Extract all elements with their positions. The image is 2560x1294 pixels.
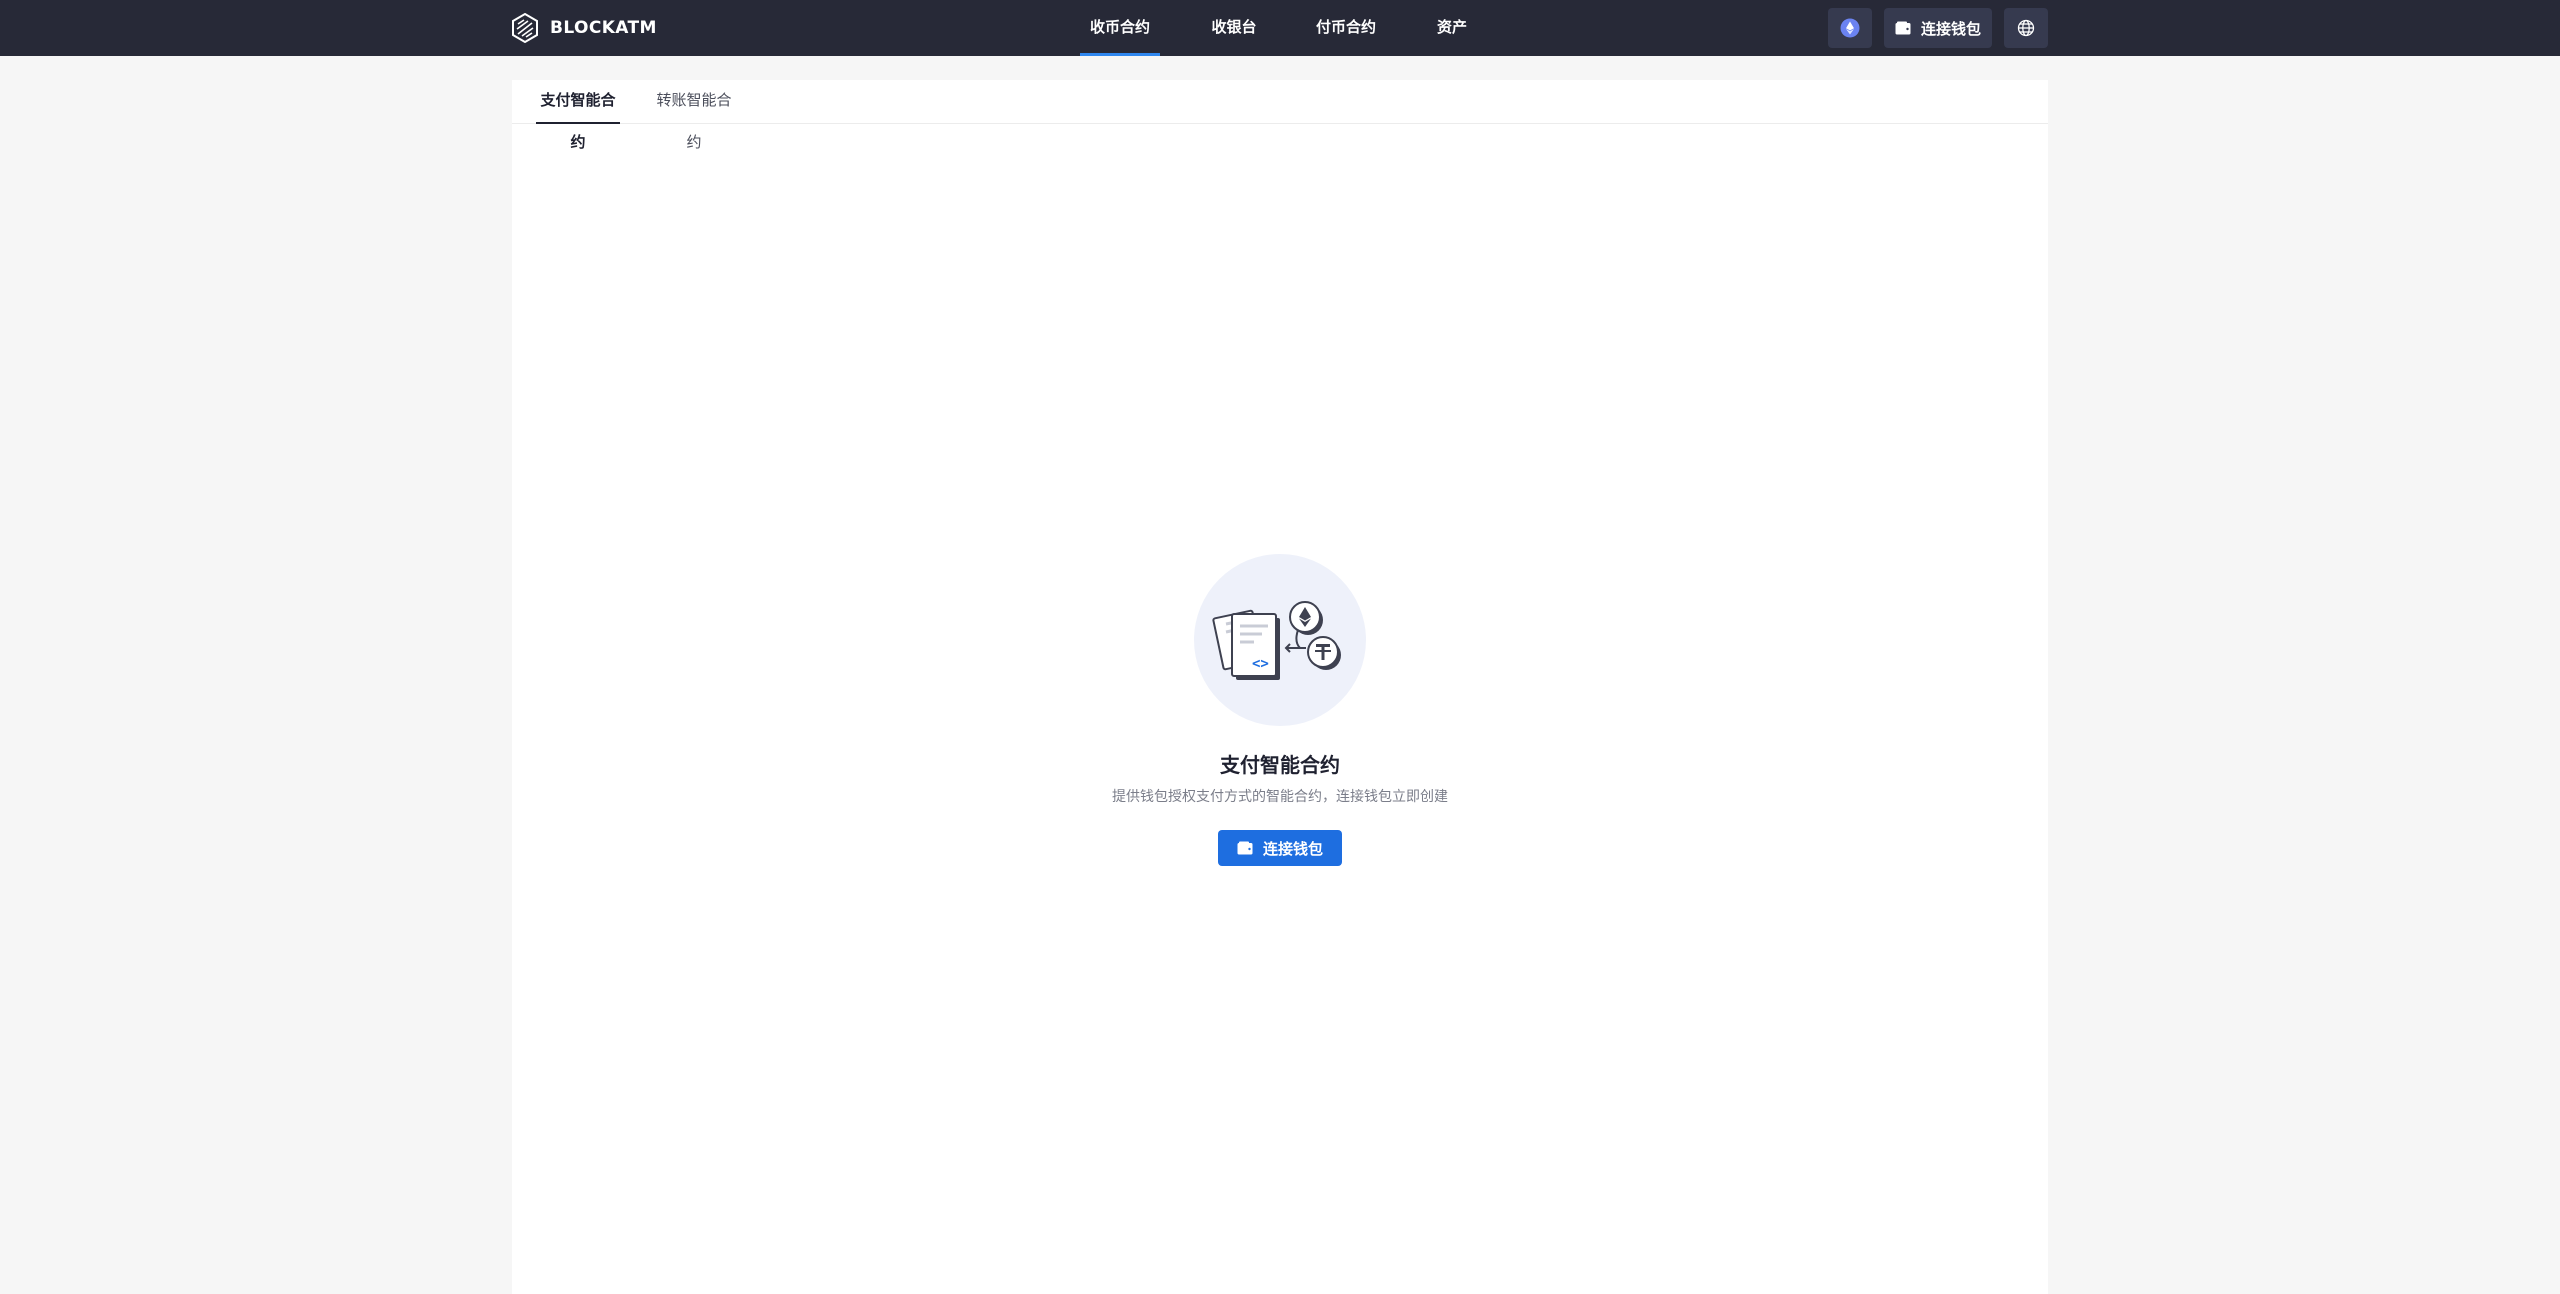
empty-state: <> 支付智能合约 提供钱包授权支付方式的智能合约，连接钱包立即创建 连接钱包 <box>512 554 2048 866</box>
content-card: 支付智能合约 转账智能合约 <> 支付智能合约 提供钱包授权支付方式的智能合约，… <box>512 80 2048 1294</box>
blockatm-logo-icon <box>512 13 538 43</box>
empty-state-title: 支付智能合约 <box>1220 755 1340 777</box>
nav-assets[interactable]: 资产 <box>1428 0 1476 56</box>
nav-cashier[interactable]: 收银台 <box>1200 0 1268 56</box>
tab-transfer-contract[interactable]: 转账智能合约 <box>652 80 736 151</box>
nav-receive-contract[interactable]: 收币合约 <box>1080 0 1160 56</box>
svg-text:<>: <> <box>1252 656 1269 672</box>
tab-payment-contract[interactable]: 支付智能合约 <box>536 80 620 151</box>
wallet-icon <box>1895 21 1911 35</box>
top-navigation-bar: BLOCKATM 收币合约 收银台 付币合约 资产 连接钱包 <box>0 0 2560 56</box>
connect-wallet-button[interactable]: 连接钱包 <box>1884 8 1992 48</box>
globe-icon <box>2017 19 2035 37</box>
connect-wallet-primary-button[interactable]: 连接钱包 <box>1218 830 1342 866</box>
brand[interactable]: BLOCKATM <box>510 13 657 43</box>
nav-payout-contract[interactable]: 付币合约 <box>1310 0 1382 56</box>
contract-illustration: <> <box>1194 554 1366 726</box>
connect-wallet-primary-label: 连接钱包 <box>1262 840 1323 858</box>
brand-name: BLOCKATM <box>550 18 657 38</box>
connect-wallet-label: 连接钱包 <box>1920 20 1981 38</box>
contract-tabs: 支付智能合约 转账智能合约 <box>512 80 2048 151</box>
wallet-icon <box>1237 841 1253 855</box>
ethereum-icon <box>1840 18 1860 38</box>
language-button[interactable] <box>2004 8 2048 48</box>
network-selector-button[interactable] <box>1828 8 1872 48</box>
empty-state-description: 提供钱包授权支付方式的智能合约，连接钱包立即创建 <box>1112 788 1448 804</box>
